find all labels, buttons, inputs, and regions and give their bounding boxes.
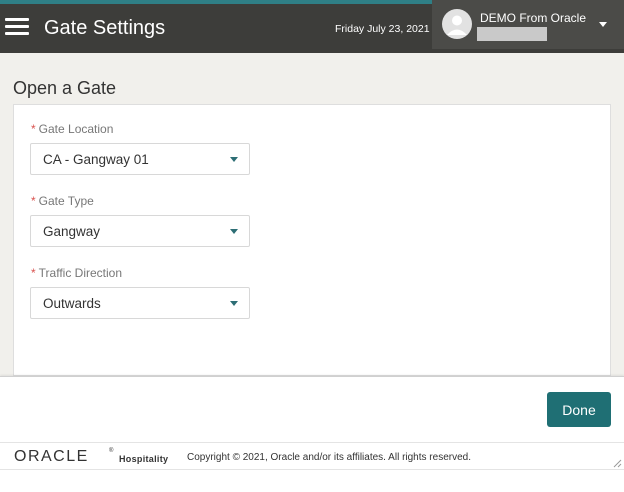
page-title: Open a Gate [13,78,117,98]
required-marker: * [31,194,36,208]
traffic-direction-label-text: Traffic Direction [38,266,123,280]
traffic-direction-label: * Traffic Direction [31,266,122,280]
user-menu[interactable]: DEMO From Oracle [432,0,624,49]
resize-grip-icon[interactable] [612,458,622,468]
traffic-direction-select[interactable]: Outwards [30,287,250,319]
gate-type-label-text: Gate Type [38,194,94,208]
gate-location-select[interactable]: CA - Gangway 01 [30,143,250,175]
gate-location-value: CA - Gangway 01 [43,152,149,167]
chevron-down-icon [230,301,238,306]
oracle-logo: ORACLE [14,448,89,465]
copyright-text: Copyright © 2021, Oracle and/or its affi… [187,452,471,463]
action-footer [0,376,624,442]
gate-type-value: Gangway [43,224,101,239]
current-date: Friday July 23, 2021 [335,23,430,35]
required-marker: * [31,266,36,280]
user-detail-redacted [477,27,547,41]
trademark-mark: ® [109,448,114,454]
chevron-down-icon[interactable] [599,22,607,27]
gate-form-card: * Gate Location CA - Gangway 01 * Gate Typ… [13,104,611,376]
chevron-down-icon [230,229,238,234]
product-name: Hospitality [119,454,169,464]
done-button[interactable]: Done [547,392,611,427]
user-avatar-icon [442,9,472,39]
hamburger-menu-icon[interactable] [5,18,29,36]
gate-type-select[interactable]: Gangway [30,215,250,247]
chevron-down-icon [230,157,238,162]
gate-location-label-text: Gate Location [38,122,114,136]
gate-location-label: * Gate Location [31,122,113,136]
user-name: DEMO From Oracle [480,11,587,25]
traffic-direction-value: Outwards [43,296,101,311]
required-marker: * [31,122,36,136]
gate-type-label: * Gate Type [31,194,94,208]
app-title: Gate Settings [44,17,166,39]
